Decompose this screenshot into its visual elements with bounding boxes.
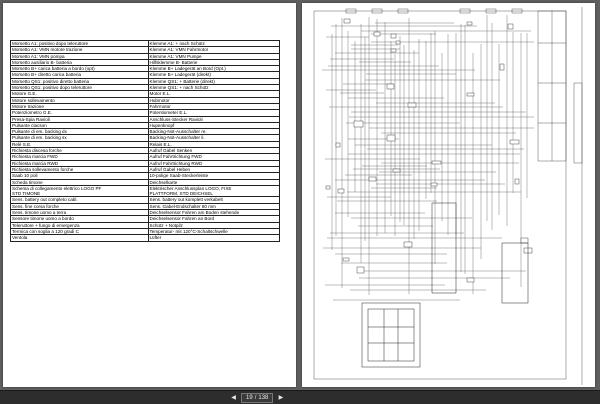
prev-page-icon[interactable]: ◀ xyxy=(229,393,238,402)
legend-label-de: Lüfter xyxy=(147,234,280,242)
page-navigator: ◀ 19 / 138 ▶ xyxy=(229,392,285,403)
page-indicator: 19 / 138 xyxy=(241,392,274,403)
legend-label-it: Ventola xyxy=(10,234,149,242)
legend-row: Schema di collegamento elettrico LOGO PF… xyxy=(10,184,280,198)
current-page-input[interactable]: 19 xyxy=(246,395,253,401)
pdf-toolbar: ◀ 19 / 138 ▶ xyxy=(0,390,600,404)
document-page-left: Morsetto A1: positivo dopo teleruttore Kl… xyxy=(3,3,296,387)
legend-row: Ventola Lüfter xyxy=(10,234,280,242)
total-pages: 138 xyxy=(258,394,269,401)
next-page-icon[interactable]: ▶ xyxy=(276,393,285,402)
legend-label-de: Elektrischer Anschlussplan LOGO, FIXE PL… xyxy=(147,184,280,198)
wiring-schematic xyxy=(313,7,583,385)
legend-table: Morsetto A1: positivo dopo teleruttore Kl… xyxy=(10,39,280,242)
page-separator: / xyxy=(254,394,257,401)
legend-label-it: Schema di collegamento elettrico LOGO PF… xyxy=(10,184,149,198)
document-page-right xyxy=(302,3,595,387)
